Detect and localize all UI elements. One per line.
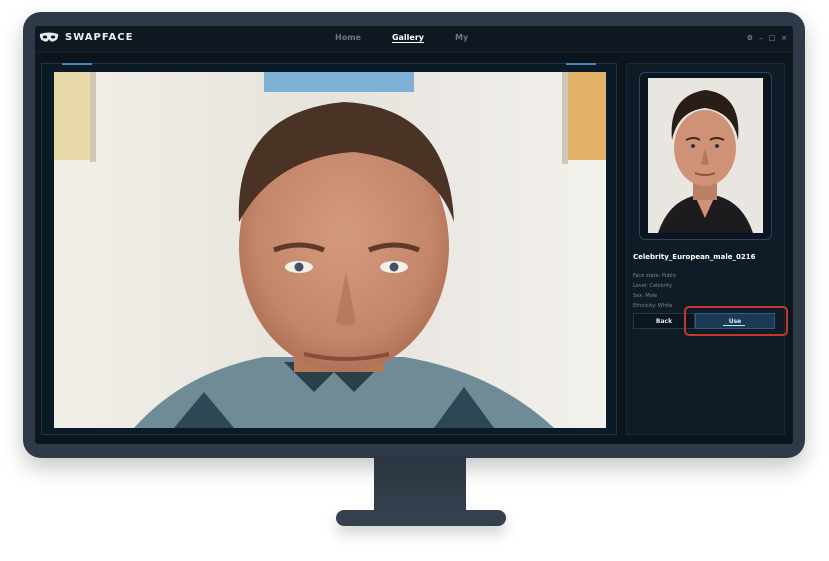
persona-level: Level: Celebrity xyxy=(633,283,673,289)
monitor-stand-neck xyxy=(374,456,466,514)
nav-home[interactable]: Home xyxy=(335,33,361,42)
back-button-label: Back xyxy=(655,317,673,325)
app-name: SWAPFACE xyxy=(65,32,134,43)
app-window: SWAPFACE Home Gallery My ⚙ – □ × Celebri… xyxy=(35,26,793,444)
settings-icon[interactable]: ⚙ xyxy=(747,34,753,42)
minimize-icon[interactable]: – xyxy=(759,34,763,42)
persona-face-state: Face state: Public xyxy=(633,273,677,279)
mask-icon xyxy=(39,32,59,43)
persona-photo xyxy=(648,78,763,233)
app-logo: SWAPFACE xyxy=(39,32,133,43)
portrait-image xyxy=(648,78,763,233)
main-nav: Home Gallery My xyxy=(335,33,468,42)
panel-accent xyxy=(62,63,92,65)
persona-sex: Sex: Male xyxy=(633,293,658,299)
persona-detail-panel: Celebrity_European_male_0216 Face state:… xyxy=(626,63,785,435)
persona-portrait-card xyxy=(639,72,772,240)
use-button-highlight xyxy=(684,306,788,336)
window-controls: ⚙ – □ × xyxy=(747,34,787,42)
persona-name: Celebrity_European_male_0216 xyxy=(633,253,756,261)
swapped-video-frame xyxy=(54,72,606,428)
panel-accent xyxy=(566,63,596,65)
persona-ethnicity: Ethnicity: White xyxy=(633,303,673,309)
title-bar: SWAPFACE Home Gallery My ⚙ – □ × xyxy=(35,26,793,53)
monitor-stand-base xyxy=(336,510,506,526)
video-face-image xyxy=(54,72,606,428)
maximize-icon[interactable]: □ xyxy=(769,34,776,42)
nav-gallery[interactable]: Gallery xyxy=(392,33,424,42)
close-icon[interactable]: × xyxy=(781,34,787,42)
video-preview-panel xyxy=(41,63,617,435)
nav-my[interactable]: My xyxy=(455,33,468,42)
